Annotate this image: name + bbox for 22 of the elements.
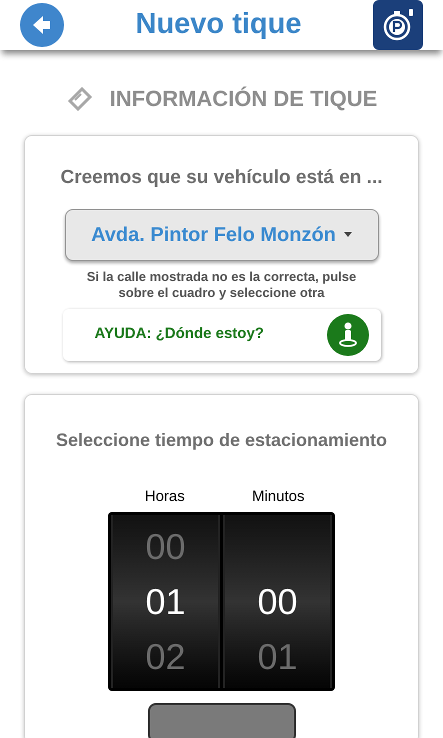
- back-button[interactable]: [20, 3, 64, 47]
- location-person-icon: [326, 314, 368, 356]
- picker-value[interactable]: 01: [145, 574, 186, 628]
- street-dropdown[interactable]: Avda. Pintor Felo Monzón: [64, 208, 378, 260]
- ticket-icon: [66, 84, 94, 112]
- card-heading: Seleccione tiempo de estacionamiento: [56, 428, 388, 452]
- picker-value[interactable]: 00: [257, 574, 298, 628]
- picker-wheel[interactable]: 00 01 02: [111, 515, 220, 688]
- help-button[interactable]: AYUDA: ¿Dónde estoy?: [62, 308, 380, 360]
- section-title: INFORMACIÓN DE TIQUE: [110, 85, 378, 113]
- hint-text: Si la calle mostrada no es la correcta, pulse sobre el cuadro y seleccione otra: [86, 268, 358, 300]
- picker-value[interactable]: 02: [145, 630, 186, 684]
- column-label: Minutos: [250, 486, 306, 506]
- picker-value[interactable]: 00: [145, 520, 186, 574]
- picker-value[interactable]: 01: [257, 630, 298, 684]
- column-label: Horas: [144, 486, 186, 506]
- card-heading: Creemos que su vehículo está en ...: [60, 166, 383, 190]
- parking-app-icon[interactable]: [373, 0, 423, 50]
- confirm-button[interactable]: [148, 703, 296, 738]
- picker-wheel[interactable]: 00 01: [223, 515, 332, 688]
- page-title: Nuevo tique: [136, 7, 302, 42]
- caret-icon: [344, 232, 352, 237]
